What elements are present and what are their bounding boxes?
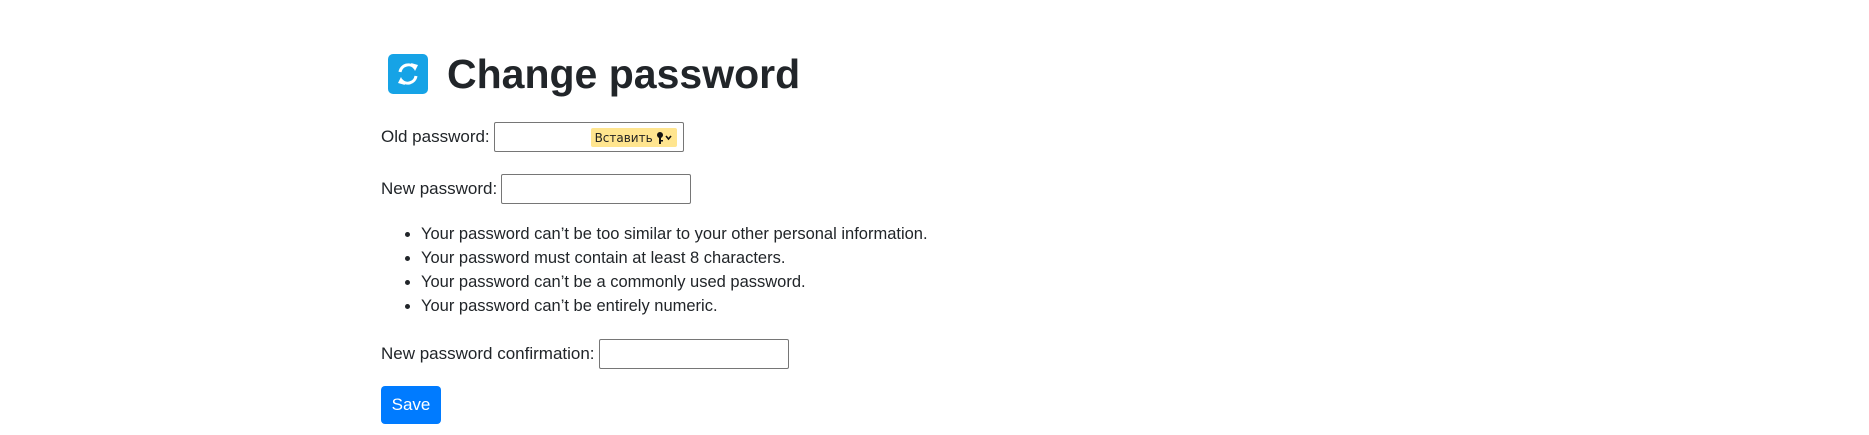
paste-password-label: Вставить bbox=[594, 130, 653, 145]
new-password-confirmation-label: New password confirmation: bbox=[381, 344, 595, 363]
new-password-label: New password: bbox=[381, 179, 498, 198]
password-help-list: Your password can’t be too similar to yo… bbox=[381, 222, 928, 318]
new-password-input[interactable] bbox=[501, 174, 692, 204]
new-password-row: New password: bbox=[381, 174, 692, 204]
key-icon bbox=[656, 131, 674, 145]
paste-password-button[interactable]: Вставить bbox=[590, 128, 677, 147]
old-password-input[interactable]: Вставить bbox=[493, 122, 684, 152]
page-header: Change password bbox=[388, 52, 800, 96]
password-help-item: Your password must contain at least 8 ch… bbox=[421, 246, 928, 270]
old-password-row: Old password: Вставить bbox=[381, 122, 684, 152]
old-password-label: Old password: bbox=[381, 127, 490, 146]
new-password-confirmation-row: New password confirmation: bbox=[381, 339, 789, 369]
password-help-item: Your password can’t be too similar to yo… bbox=[421, 222, 928, 246]
save-button[interactable]: Save bbox=[381, 386, 441, 424]
new-password-confirmation-input[interactable] bbox=[598, 339, 789, 369]
password-help-item: Your password can’t be a commonly used p… bbox=[421, 270, 928, 294]
page-title: Change password bbox=[447, 51, 801, 97]
password-help-item: Your password can’t be entirely numeric. bbox=[421, 294, 928, 318]
sync-icon bbox=[388, 54, 428, 94]
